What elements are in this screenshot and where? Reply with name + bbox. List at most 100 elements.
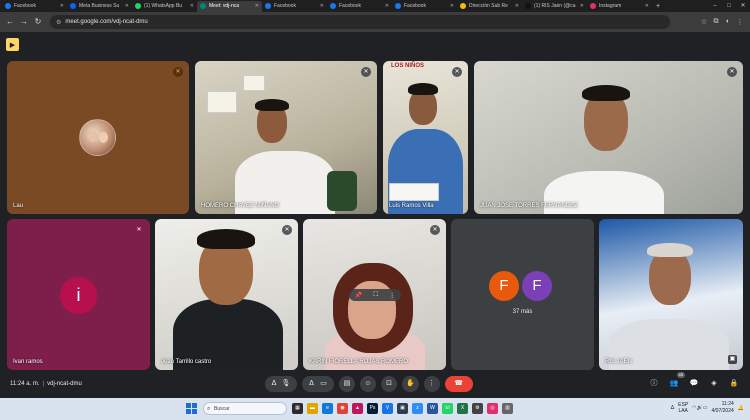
photos-icon[interactable]: ▲ <box>352 403 363 414</box>
chrome-icon[interactable]: ◉ <box>337 403 348 414</box>
app-icon[interactable]: ▥ <box>502 403 513 414</box>
tab-close-icon[interactable]: ✕ <box>645 3 649 9</box>
tile-hover-toolbar: 📌 ⛶ ⋮ <box>349 289 401 301</box>
taskbar-clock[interactable]: 11:24 4/07/2024 <box>712 401 734 415</box>
forward-icon[interactable]: → <box>18 16 30 28</box>
participant-tile-jean[interactable]: ✕ Jean Tarrillo castro <box>155 219 298 370</box>
participant-avatar: F <box>489 271 519 301</box>
taskbar-search[interactable]: ⌕ Buscar <box>203 402 287 415</box>
menu-icon[interactable]: ⋮ <box>734 18 746 26</box>
notifications-icon[interactable]: 🔔 <box>738 405 744 411</box>
task-view-icon[interactable]: ▦ <box>292 403 303 414</box>
battery-icon[interactable]: ▭ <box>703 405 708 411</box>
microphone-icon[interactable]: 🎙 <box>282 376 291 392</box>
tab-close-icon[interactable]: ✕ <box>60 3 64 9</box>
tab-close-icon[interactable]: ✕ <box>190 3 194 9</box>
windows-start-icon[interactable] <box>186 403 197 414</box>
maximize-icon[interactable]: □ <box>722 0 736 12</box>
back-icon[interactable]: ← <box>4 16 16 28</box>
tab-close-icon[interactable]: ✕ <box>125 3 129 9</box>
more-options-icon[interactable]: ⋮ <box>389 292 395 299</box>
browser-tab[interactable]: Dirección Sub Re ✕ <box>457 1 522 12</box>
tab-close-icon[interactable]: ✕ <box>515 3 519 9</box>
settings-icon[interactable]: ⚙ <box>472 403 483 414</box>
profile-icon[interactable]: ◐ <box>722 18 734 26</box>
host-controls-icon[interactable]: 🔒 <box>726 376 742 392</box>
browser-tab[interactable]: Instagram ✕ <box>587 1 652 12</box>
participant-tile-ivan[interactable]: i ✕ Ivan ramos <box>7 219 150 370</box>
windows-taskbar: ⌕ Buscar ▦ ▬ e ◉ ▲ Ps V ▣ z W ☏ X ⚙ ◎ ▥ … <box>0 398 750 420</box>
participant-avatar <box>79 119 116 156</box>
participant-tile-karin[interactable]: 📌 ⛶ ⋮ ✕ KARIN FIORELLA ROJAS ROMERO <box>303 219 446 370</box>
new-tab-icon[interactable]: + <box>652 3 664 10</box>
leave-call-button[interactable]: ☎ <box>444 376 473 392</box>
browser-tab[interactable]: Facebook ✕ <box>327 1 392 12</box>
close-icon[interactable]: ✕ <box>736 0 750 12</box>
reload-icon[interactable]: ↻ <box>32 16 44 28</box>
browser-tab[interactable]: Facebook ✕ <box>262 1 327 12</box>
pin-icon[interactable]: 📌 <box>355 292 362 299</box>
raise-hand-button[interactable]: ✋ <box>402 376 419 392</box>
mic-control[interactable]: ᐃ 🎙 <box>265 376 297 392</box>
word-icon[interactable]: W <box>427 403 438 414</box>
tab-favicon-icon <box>70 3 76 9</box>
browser-tab[interactable]: Meta Business Su ✕ <box>67 1 132 12</box>
people-icon[interactable]: 👥 45 <box>666 372 685 392</box>
participant-name: Ivan ramos <box>13 359 43 365</box>
participant-tile-lau[interactable]: ✕ Lau <box>7 61 189 214</box>
participant-tile-juan[interactable]: ✕ JUAN JOSE TORRES FERNANDEZ <box>474 61 743 214</box>
meeting-code: vdj-ncat-dmu <box>47 381 82 387</box>
browser-tab[interactable]: (1) WhatsApp Bu ✕ <box>132 1 197 12</box>
participant-tile-ris-jaen[interactable]: ▣ RIS JAEN <box>599 219 743 370</box>
chat-icon[interactable]: 💬 <box>686 376 702 392</box>
browser-tab[interactable]: Facebook ✕ <box>392 1 457 12</box>
minimize-icon[interactable]: – <box>708 0 722 12</box>
fullscreen-icon[interactable]: ⛶ <box>374 292 378 299</box>
bookmark-star-icon[interactable]: ☆ <box>698 18 710 26</box>
meeting-details-icon[interactable]: ⓘ <box>646 376 662 392</box>
photoshop-icon[interactable]: Ps <box>367 403 378 414</box>
tab-close-icon[interactable]: ✕ <box>580 3 584 9</box>
tab-label: Meet: vdj-nca <box>209 3 240 9</box>
participant-tile-luis[interactable]: LOS NIÑOS ✕ Luis Ramos Villa <box>383 61 468 214</box>
site-info-icon[interactable]: ⚙ <box>56 19 61 26</box>
browser-tab[interactable]: Facebook ✕ <box>2 1 67 12</box>
tab-close-icon[interactable]: ✕ <box>320 3 324 9</box>
activities-icon[interactable]: ◈ <box>706 376 722 392</box>
extensions-icon[interactable]: ⧉ <box>710 18 722 26</box>
present-screen-button[interactable]: ⊡ <box>381 376 397 392</box>
chair <box>327 171 357 211</box>
mic-muted-icon: ✕ <box>727 67 737 77</box>
others-tile[interactable]: F F 37 más <box>451 219 594 370</box>
participant-tile-homero[interactable]: ✕ HOMERO CHAVEZ MIÑANO <box>195 61 377 214</box>
tray-overflow-icon[interactable]: ᐃ <box>671 405 674 411</box>
browser-tab[interactable]: (1) RIS Jaén (@ca ✕ <box>522 1 587 12</box>
whatsapp-icon[interactable]: ☏ <box>442 403 453 414</box>
address-bar[interactable]: ⚙ meet.google.com/vdj-ncat-dmu <box>50 15 670 29</box>
keyboard-language[interactable]: ESP LAA <box>678 402 688 414</box>
zoom-icon[interactable]: z <box>412 403 423 414</box>
pip-icon[interactable]: ▣ <box>728 355 737 364</box>
captions-button[interactable]: ▤ <box>339 376 355 392</box>
file-explorer-icon[interactable]: ▬ <box>307 403 318 414</box>
video-options-icon[interactable]: ᐃ <box>309 376 314 392</box>
instagram-icon[interactable]: ◎ <box>487 403 498 414</box>
tab-close-icon[interactable]: ✕ <box>450 3 454 9</box>
person-body <box>388 129 463 214</box>
emoji-reactions-button[interactable]: ☺ <box>360 376 376 392</box>
app-icon[interactable]: ▣ <box>397 403 408 414</box>
tab-close-icon[interactable]: ✕ <box>255 3 259 9</box>
meet-logo-icon: ▶ <box>6 38 19 51</box>
camera-icon[interactable]: ▭ <box>320 376 327 392</box>
more-options-button[interactable]: ⋮ <box>423 376 440 392</box>
edge-icon[interactable]: e <box>322 403 333 414</box>
browser-tab[interactable]: Meet: vdj-nca ✕ <box>197 0 262 12</box>
camera-control[interactable]: ᐃ ▭ <box>302 376 334 392</box>
tab-favicon-icon <box>330 3 336 9</box>
tab-close-icon[interactable]: ✕ <box>385 3 389 9</box>
vpn-icon[interactable]: V <box>382 403 393 414</box>
audio-options-icon[interactable]: ᐃ <box>272 376 277 392</box>
system-tray: ᐃ ESP LAA ◠ 🔊 ▭ 11:24 4/07/2024 🔔 <box>671 401 744 415</box>
excel-icon[interactable]: X <box>457 403 468 414</box>
person-hair <box>197 229 255 249</box>
